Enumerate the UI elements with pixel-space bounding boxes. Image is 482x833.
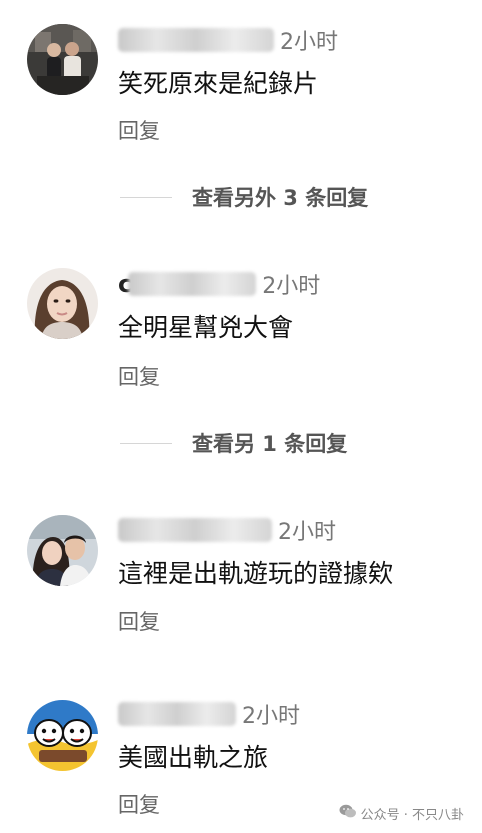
wechat-icon: [339, 804, 357, 823]
avatar[interactable]: [27, 700, 98, 771]
reply-button[interactable]: 回复: [118, 606, 160, 636]
avatar-image: [27, 24, 98, 95]
reply-button[interactable]: 回复: [118, 789, 160, 819]
comment-meta: 2小时: [118, 699, 300, 729]
comment-time: 2小时: [262, 274, 321, 299]
divider-line: [120, 442, 172, 444]
comment-time: 2小时: [280, 30, 338, 55]
comment-text: 這裡是出軌遊玩的證據欸: [118, 559, 394, 588]
comment-meta: 2小时: [118, 515, 336, 545]
view-more-replies[interactable]: 查看另外 3 条回复: [120, 182, 368, 212]
reply-button[interactable]: 回复: [118, 361, 160, 391]
comment-time: 2小时: [242, 704, 300, 729]
view-more-replies[interactable]: 查看另 1 条回复: [120, 428, 347, 458]
divider-line: [120, 196, 172, 198]
avatar[interactable]: [27, 268, 98, 339]
avatar-image: [27, 700, 98, 771]
reply-button[interactable]: 回复: [118, 115, 160, 145]
comment-text: 全明星幫兇大會: [118, 313, 294, 342]
watermark-text: 公众号 · 不只八卦: [360, 808, 464, 823]
view-more-replies-label: 查看另 1 条回复: [192, 432, 348, 456]
avatar-image: [27, 515, 98, 586]
watermark: 公众号 · 不只八卦: [339, 804, 464, 823]
username-blurred[interactable]: [118, 28, 274, 52]
comment-meta: c 2小时: [118, 269, 320, 299]
avatar-image: [27, 268, 98, 339]
username-blurred[interactable]: [118, 518, 272, 542]
avatar[interactable]: [27, 515, 98, 586]
comment-text: 美國出軌之旅: [118, 743, 269, 772]
username-blurred[interactable]: [118, 702, 236, 726]
view-more-replies-label: 查看另外 3 条回复: [192, 186, 369, 210]
comment-time: 2小时: [278, 520, 336, 545]
avatar[interactable]: [27, 24, 98, 95]
comment-meta: 2小时: [118, 25, 338, 55]
comment-text: 笑死原來是紀錄片: [118, 69, 319, 98]
username-blurred[interactable]: [128, 272, 257, 296]
